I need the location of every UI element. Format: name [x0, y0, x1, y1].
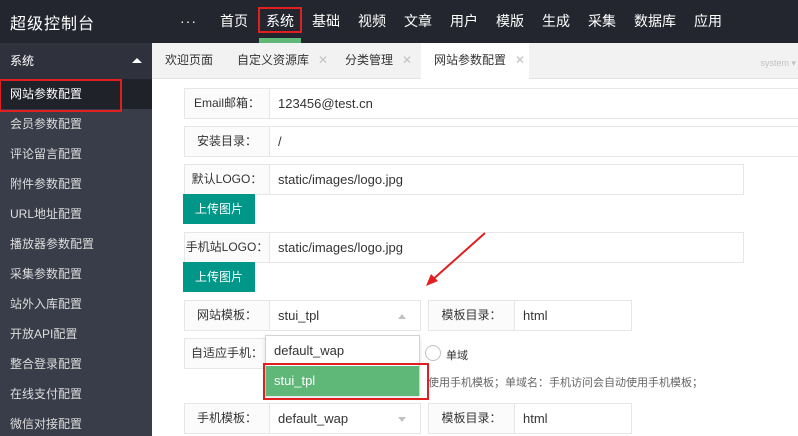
mobile-template-select[interactable]: default_wap — [269, 403, 421, 434]
caret-down-icon — [398, 417, 406, 422]
site-template-label: 网站模板： — [184, 300, 270, 331]
highlight-box — [0, 79, 122, 112]
logo-label: 默认LOGO： — [184, 164, 270, 195]
mobile-logo-path-field[interactable]: static/images/logo.jpg — [269, 232, 744, 263]
sidebar-item-import-config[interactable]: 站外入库配置 — [0, 289, 152, 319]
mobile-template-label: 手机模板： — [184, 403, 270, 434]
nav-item-article[interactable]: 文章 — [395, 0, 441, 43]
email-field[interactable]: 123456@test.cn — [269, 88, 798, 119]
sidebar-item-wechat-config[interactable]: 微信对接配置 — [0, 409, 152, 436]
sidebar-item-collect-config[interactable]: 采集参数配置 — [0, 259, 152, 289]
tab-bar: 欢迎页面 自定义资源库 ✕ 分类管理 ✕ 网站参数配置 ✕ system ▾ — [152, 43, 798, 80]
logo-path-field[interactable]: static/images/logo.jpg — [269, 164, 744, 195]
nav-item-system[interactable]: 系统 — [257, 0, 303, 43]
install-dir-field[interactable]: / — [269, 126, 798, 157]
tab-site-config[interactable]: 网站参数配置 ✕ — [421, 43, 529, 80]
nav-item-home[interactable]: 首页 — [211, 0, 257, 43]
tab-category[interactable]: 分类管理 ✕ — [332, 43, 421, 79]
close-icon[interactable]: ✕ — [515, 53, 525, 67]
nav-item-collect[interactable]: 采集 — [579, 0, 625, 43]
nav-more-button[interactable]: ··· — [180, 0, 211, 43]
mobile-adapt-hint: 使用手机模板；单域名：手机访问会自动使用手机模板； — [428, 377, 703, 389]
tab-label: 分类管理 — [345, 53, 394, 67]
arrow-icon — [426, 232, 486, 286]
upload-mobile-logo-button[interactable]: 上传图片 — [183, 262, 255, 292]
close-icon[interactable]: ✕ — [318, 53, 328, 67]
nav-item-template[interactable]: 模版 — [487, 0, 533, 43]
nav-item-user[interactable]: 用户 — [441, 0, 487, 43]
template-dir-label: 模板目录： — [428, 300, 515, 331]
highlight-box — [258, 7, 302, 33]
sidebar-item-player-config[interactable]: 播放器参数配置 — [0, 229, 152, 259]
nav-item-database[interactable]: 数据库 — [625, 0, 685, 43]
nav-item-video[interactable]: 视频 — [349, 0, 395, 43]
main-content: Email邮箱： 123456@test.cn 安装目录： / 默认LOGO： … — [152, 80, 798, 436]
site-template-select[interactable]: stui_tpl — [269, 300, 421, 331]
template-option-default-wap[interactable]: default_wap — [266, 336, 419, 366]
tab-custom-resource[interactable]: 自定义资源库 ✕ — [224, 43, 332, 79]
main-nav: ··· 首页 系统 基础 视频 文章 用户 模版 生成 采集 数据库 应用 — [180, 0, 731, 43]
mobile-logo-label: 手机站LOGO： — [184, 232, 270, 263]
sidebar-item-api-config[interactable]: 开放API配置 — [0, 319, 152, 349]
tab-label: 网站参数配置 — [434, 53, 507, 67]
nav-item-generate[interactable]: 生成 — [533, 0, 579, 43]
sidebar-item-member-config[interactable]: 会员参数配置 — [0, 109, 152, 139]
sidebar-item-login-config[interactable]: 整合登录配置 — [0, 349, 152, 379]
caret-up-icon — [132, 58, 142, 63]
tab-welcome[interactable]: 欢迎页面 — [152, 43, 224, 79]
caret-up-icon — [398, 314, 406, 319]
sidebar-item-comment-config[interactable]: 评论留言配置 — [0, 139, 152, 169]
nav-item-apps[interactable]: 应用 — [685, 0, 731, 43]
tab-label: 欢迎页面 — [165, 53, 214, 67]
upload-logo-button[interactable]: 上传图片 — [183, 194, 255, 224]
single-domain-label: 单域 — [446, 350, 468, 362]
mobile-template-dir-field[interactable]: html — [514, 403, 632, 434]
template-dir-field[interactable]: html — [514, 300, 632, 331]
close-icon[interactable]: ✕ — [402, 53, 412, 67]
sidebar: 系统 网站参数配置 会员参数配置 评论留言配置 附件参数配置 URL地址配置 播… — [0, 43, 152, 436]
site-template-value: stui_tpl — [278, 308, 320, 323]
sidebar-section-label: 系统 — [10, 54, 35, 68]
mobile-template-value: default_wap — [278, 411, 349, 426]
tab-options-menu[interactable]: system ▾ — [760, 58, 796, 69]
top-bar: 超级控制台 ··· 首页 系统 基础 视频 文章 用户 模版 生成 采集 数据库… — [0, 0, 798, 43]
sidebar-item-attachment-config[interactable]: 附件参数配置 — [0, 169, 152, 199]
sidebar-item-payment-config[interactable]: 在线支付配置 — [0, 379, 152, 409]
sidebar-section-system[interactable]: 系统 — [0, 43, 152, 79]
sidebar-item-site-config[interactable]: 网站参数配置 — [0, 79, 152, 112]
single-domain-radio[interactable] — [425, 345, 441, 361]
app-title: 超级控制台 — [10, 16, 96, 33]
highlight-box — [263, 363, 429, 400]
nav-item-basic[interactable]: 基础 — [303, 0, 349, 43]
install-dir-label: 安装目录： — [184, 126, 270, 157]
email-label: Email邮箱： — [184, 88, 270, 119]
mobile-adapt-label: 自适应手机： — [184, 338, 270, 369]
tab-label: 自定义资源库 — [237, 53, 310, 67]
sidebar-item-url-config[interactable]: URL地址配置 — [0, 199, 152, 229]
mobile-template-dir-label: 模板目录： — [428, 403, 515, 434]
